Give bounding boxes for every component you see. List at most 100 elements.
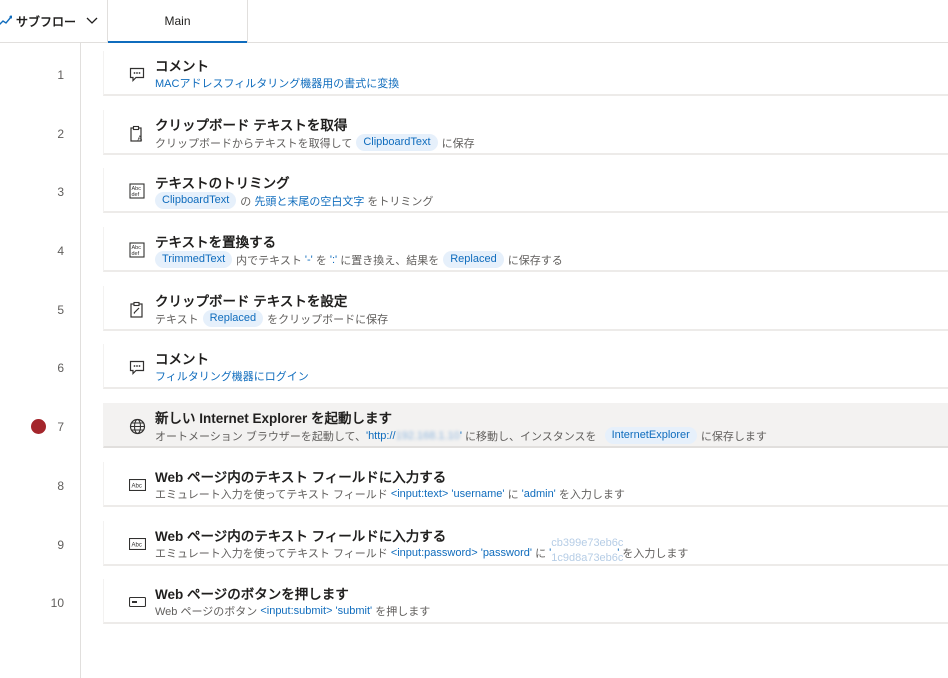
action-title: クリップボード テキストを設定 — [155, 294, 348, 309]
button-icon — [128, 593, 146, 611]
variable-chip[interactable]: ClipboardText — [356, 134, 438, 151]
action-title: Web ページのボタンを押します — [155, 587, 349, 602]
action-description: Web ページのボタン <input:submit> 'submit' を押しま… — [155, 603, 430, 619]
action-description: クリップボードからテキストを取得して ClipboardText に保存 — [155, 134, 475, 151]
url-link[interactable]: ' — [460, 430, 462, 442]
tab-main[interactable]: Main — [108, 0, 248, 43]
desc-text: を入力します — [622, 548, 689, 560]
desc-text: クリップボードからテキストを取得して — [155, 137, 353, 150]
action-card[interactable]: Abc Web ページ内のテキスト フィールドに入力する エミュレート入力を使っ… — [103, 521, 948, 566]
element-link[interactable]: <input:text> — [391, 488, 449, 500]
action-description: テキスト Replaced をクリップボードに保存 — [155, 310, 388, 327]
action-card[interactable]: A クリップボード テキストを取得 クリップボードからテキストを取得して Cli… — [103, 110, 948, 155]
variable-chip[interactable]: InternetExplorer — [604, 427, 697, 444]
action-description: MACアドレスフィルタリング機器用の書式に変換 — [155, 75, 399, 91]
desc-text: に — [507, 489, 519, 501]
action-card[interactable]: Abc def テキストを置換する TrimmedText 内でテキスト '-' … — [103, 227, 948, 272]
line-number: 2 — [57, 127, 64, 141]
desc-text: をトリミング — [367, 195, 434, 208]
action-title: テキストのトリミング — [155, 176, 290, 191]
desc-text: を入力します — [558, 489, 625, 501]
svg-text:Abc: Abc — [131, 484, 141, 490]
action-description: エミュレート入力を使ってテキスト フィールド <input:password> … — [155, 537, 689, 564]
value-link[interactable]: 'admin' — [522, 488, 556, 500]
svg-text:def: def — [132, 192, 140, 198]
desc-text: テキスト — [155, 313, 199, 326]
desc-text: オートメーション ブラウザーを起動して、 — [155, 430, 366, 443]
action-title: コメント — [155, 352, 209, 367]
action-row[interactable]: 9 Abc Web ページ内のテキスト フィールドに入力する エミュレート入力を… — [0, 521, 948, 569]
url-link[interactable]: 'http:// — [366, 430, 396, 442]
desc-text: に — [535, 548, 547, 560]
action-row[interactable]: 8 Abc Web ページ内のテキスト フィールドに入力する エミュレート入力を… — [0, 462, 948, 510]
subflow-dropdown[interactable]: サブフロー — [0, 0, 108, 42]
line-number: 9 — [57, 538, 64, 552]
desc-text: を — [315, 254, 327, 267]
element-link[interactable]: 'submit' — [336, 605, 373, 617]
globe-icon — [128, 417, 146, 435]
action-description: ClipboardText の 先頭と末尾の空白文字 をトリミング — [155, 192, 433, 209]
svg-text:def: def — [132, 251, 140, 257]
action-card[interactable]: Abc Web ページ内のテキスト フィールドに入力する エミュレート入力を使っ… — [103, 462, 948, 507]
action-row[interactable]: 3 Abc def テキストのトリミング ClipboardText の 先頭と末… — [0, 168, 948, 216]
variable-chip[interactable]: Replaced — [202, 310, 264, 327]
clipboard-set-icon — [128, 300, 146, 318]
chevron-down-icon — [86, 17, 98, 25]
encrypted-text: 1c9d8a73eb6c — [551, 552, 624, 564]
comment-text: フィルタリング機器にログイン — [155, 371, 309, 383]
action-row[interactable]: 6 コメント フィルタリング機器にログイン — [0, 344, 948, 392]
action-row[interactable]: 7 新しい Internet Explorer を起動します オートメーション … — [0, 403, 948, 451]
element-link[interactable]: 'username' — [451, 488, 504, 500]
text-icon: Abc def — [128, 241, 146, 259]
param-link[interactable]: 先頭と末尾の空白文字 — [254, 193, 364, 209]
svg-text:Abc: Abc — [131, 543, 141, 549]
element-link[interactable]: 'password' — [481, 547, 532, 559]
param-link[interactable]: '-' — [305, 254, 313, 266]
desc-text: を押します — [375, 606, 431, 618]
desc-text: に保存する — [507, 254, 563, 267]
action-description: エミュレート入力を使ってテキスト フィールド <input:text> 'use… — [155, 486, 625, 502]
line-number: 4 — [57, 244, 64, 258]
desc-text: の — [240, 195, 252, 208]
action-card[interactable]: コメント フィルタリング機器にログイン — [103, 344, 948, 389]
encrypted-text: cb399e73eb6c — [551, 537, 624, 549]
action-row[interactable]: 1 コメント MACアドレスフィルタリング機器用の書式に変換 — [0, 51, 948, 99]
line-number: 10 — [50, 596, 64, 610]
action-card[interactable]: 新しい Internet Explorer を起動します オートメーション ブラ… — [103, 403, 948, 448]
variable-chip[interactable]: ClipboardText — [155, 192, 237, 209]
desc-text: エミュレート入力を使ってテキスト フィールド — [155, 489, 388, 501]
action-card[interactable]: クリップボード テキストを設定 テキスト Replaced をクリップボードに保… — [103, 286, 948, 331]
action-description: フィルタリング機器にログイン — [155, 368, 309, 384]
element-link[interactable]: <input:submit> — [260, 605, 332, 617]
action-title: テキストを置換する — [155, 235, 277, 250]
desc-text: Web ページのボタン — [155, 606, 258, 618]
clipboard-get-icon: A — [128, 124, 146, 142]
desc-text: に保存します — [700, 430, 767, 443]
desc-text: をクリップボードに保存 — [267, 313, 389, 326]
textfield-icon: Abc — [128, 476, 146, 494]
action-title: Web ページ内のテキスト フィールドに入力する — [155, 529, 447, 544]
line-number: 3 — [57, 185, 64, 199]
action-description: オートメーション ブラウザーを起動して、 'http:// 192.168.1.… — [155, 427, 767, 444]
element-link[interactable]: <input:password> — [391, 547, 478, 559]
variable-chip[interactable]: TrimmedText — [155, 251, 233, 268]
variable-chip[interactable]: Replaced — [443, 251, 504, 268]
action-row[interactable]: 2 A クリップボード テキストを取得 クリップボードからテキストを取得して C… — [0, 110, 948, 158]
param-link[interactable]: ':' — [330, 254, 337, 266]
action-title: コメント — [155, 59, 209, 74]
svg-text:A: A — [138, 135, 143, 142]
action-card[interactable]: Web ページのボタンを押します Web ページのボタン <input:subm… — [103, 579, 948, 624]
text-icon: Abc def — [128, 182, 146, 200]
desc-text: 内でテキスト — [236, 254, 302, 267]
desc-text: に移動し、インスタンスを — [465, 430, 597, 443]
action-row[interactable]: 10 Web ページのボタンを押します Web ページのボタン <input:s… — [0, 579, 948, 627]
action-card[interactable]: Abc def テキストのトリミング ClipboardText の 先頭と末尾の… — [103, 168, 948, 213]
tab-main-label: Main — [164, 14, 191, 28]
action-title: クリップボード テキストを取得 — [155, 118, 348, 133]
action-card[interactable]: コメント MACアドレスフィルタリング機器用の書式に変換 — [103, 51, 948, 96]
textfield-icon: Abc — [128, 535, 146, 553]
action-row[interactable]: 5 クリップボード テキストを設定 テキスト Replaced をクリップボード… — [0, 286, 948, 334]
action-row[interactable]: 4 Abc def テキストを置換する TrimmedText 内でテキスト '-… — [0, 227, 948, 275]
line-number: 8 — [57, 479, 64, 493]
comment-icon — [128, 358, 146, 376]
